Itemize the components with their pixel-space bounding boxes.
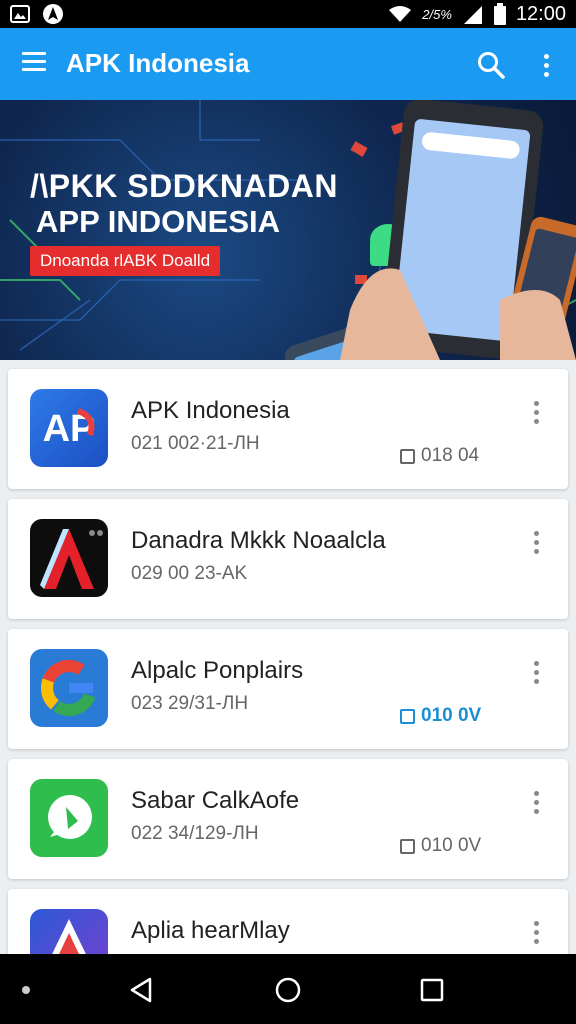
app-name: Aplia hearMlay [131, 917, 290, 944]
banner-subheadline: APP INDONESIA [36, 204, 281, 239]
recents-icon[interactable] [420, 978, 444, 1002]
search-icon[interactable] [476, 50, 506, 80]
overflow-menu-icon[interactable] [536, 50, 556, 80]
app-version-date: 021 002·21-ЛH [131, 433, 260, 454]
battery-icon [493, 3, 506, 25]
chat-bubble-icon [30, 779, 108, 857]
app-size-value: 010 0V [421, 835, 482, 856]
app-list-item[interactable]: Sabar CalkAofe 022 34/129-ЛH 010 0V [8, 759, 568, 879]
item-overflow-icon[interactable] [528, 527, 544, 557]
app-list-item[interactable]: Alpalc Ponplairs 023 29/31-ЛH 010 0V [8, 629, 568, 749]
app-size-value: 018 04 [421, 445, 480, 466]
item-overflow-icon[interactable] [528, 397, 544, 427]
home-icon[interactable] [275, 976, 301, 1004]
app-title: APK Indonesia [66, 48, 250, 78]
app-size: 018 04 [400, 445, 479, 467]
promo-banner[interactable]: /\PKK SDDKNADAN APP INDONESIA Dnoanda rl… [0, 100, 576, 360]
app-bar: APK Indonesia [0, 28, 576, 100]
app-version-date: 029 00 23-AK [131, 563, 248, 584]
app-version-date: 023 29/31-ЛH [131, 693, 249, 714]
app-version-date: 022 34/129-ЛH [131, 823, 259, 844]
back-icon[interactable] [128, 976, 154, 1004]
menu-icon[interactable] [22, 52, 46, 72]
app-size: 010 0V [400, 705, 481, 727]
g-logo-icon [30, 649, 108, 727]
app-size-value: 010 0V [421, 705, 482, 726]
item-overflow-icon[interactable] [528, 657, 544, 687]
red-a-logo-icon [30, 519, 108, 597]
navigation-app-icon [43, 4, 63, 24]
app-name: Danadra Mkkk Noaalcla [131, 527, 386, 554]
storage-icon [400, 708, 415, 724]
banner-download-button[interactable]: Dnoanda rlABK Doalld [30, 246, 221, 276]
app-size: 010 0V [400, 835, 481, 857]
app-name: Alpalc Ponplairs [131, 657, 304, 684]
item-overflow-icon[interactable] [528, 787, 544, 817]
app-name: APK Indonesia [131, 397, 290, 424]
gallery-icon [10, 5, 30, 23]
app-list-item[interactable]: AP APK Indonesia 021 002·21-ЛH 018 04 [8, 369, 568, 489]
app-list-item[interactable]: Danadra Mkkk Noaalcla 029 00 23-AK [8, 499, 568, 619]
item-overflow-icon[interactable] [528, 917, 544, 947]
clock: 12:00 [515, 2, 566, 25]
signal-icon [463, 6, 482, 24]
banner-headline: /\PKK SDDKNADAN [30, 168, 338, 204]
assistant-dot-icon [22, 986, 30, 994]
ap-logo-icon: AP [30, 389, 108, 467]
signal-label: 2/5% [422, 6, 452, 22]
app-name: Sabar CalkAofe [131, 787, 300, 814]
storage-icon [400, 448, 415, 464]
status-bar: 2/5% 12:00 [0, 0, 576, 28]
storage-icon [400, 838, 415, 854]
system-navigation-bar [0, 954, 576, 1024]
wifi-icon [389, 6, 412, 22]
